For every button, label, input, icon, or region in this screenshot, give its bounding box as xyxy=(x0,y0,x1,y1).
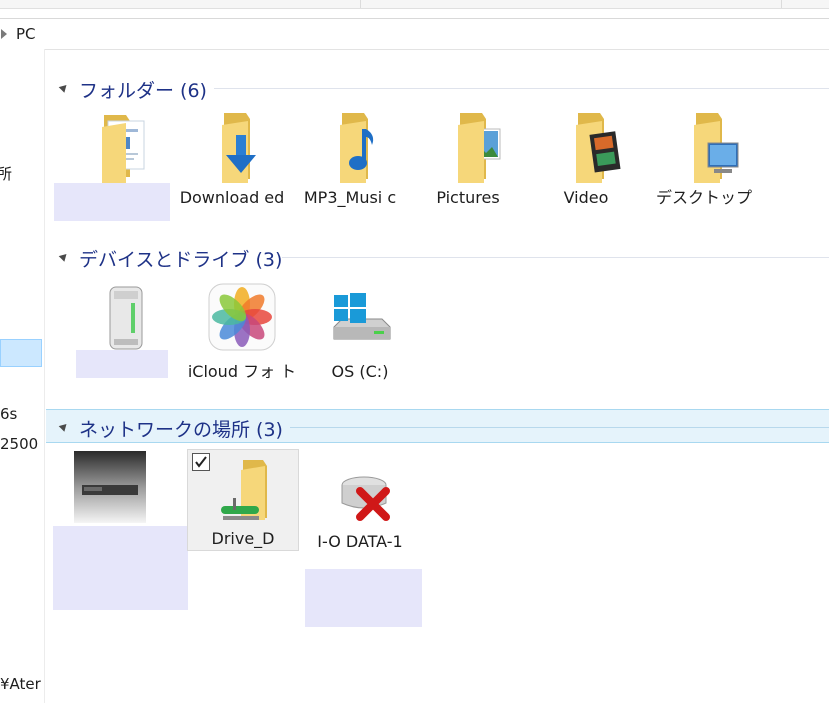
group-title: デバイスとドライブ (3) xyxy=(79,249,283,271)
item-label: デスクトップ xyxy=(655,188,752,207)
media-server-icon xyxy=(68,451,148,531)
redaction-box xyxy=(76,350,168,378)
redaction-box xyxy=(53,526,188,610)
item-label: MP3_Musi c xyxy=(303,188,397,207)
device-item-icloud-photos[interactable]: iCloud フォ ト xyxy=(186,281,298,383)
item-label: I-O DATA-1 xyxy=(317,532,403,551)
collapse-triangle-icon[interactable] xyxy=(58,251,70,262)
redaction-box xyxy=(54,183,170,221)
group-divider xyxy=(290,427,829,428)
folder-item-video[interactable]: Video xyxy=(530,107,642,209)
network-item-io-data[interactable]: I-O DATA-1 xyxy=(304,451,416,553)
folder-item-documents[interactable] xyxy=(52,107,164,187)
nav-item-fragment[interactable]: 6s xyxy=(0,405,17,423)
group-header-folders[interactable]: フォルダー (6) xyxy=(46,71,829,105)
column-divider[interactable] xyxy=(360,0,361,8)
group-divider xyxy=(282,257,829,258)
group-title: ネットワークの場所 (3) xyxy=(79,419,283,441)
navigation-pane: 所 6s 2500 ¥Ater xyxy=(0,49,45,703)
icloud-photos-icon xyxy=(202,281,282,361)
column-divider[interactable] xyxy=(781,0,782,8)
device-item-os-drive[interactable]: OS (C:) xyxy=(304,281,416,383)
nav-item-fragment[interactable]: ¥Ater xyxy=(0,675,41,693)
pictures-folder-icon xyxy=(428,107,508,187)
documents-folder-icon xyxy=(68,107,148,187)
breadcrumb-arrow-icon[interactable] xyxy=(1,29,7,39)
item-label: Download ed xyxy=(179,188,285,207)
group-divider xyxy=(214,88,829,89)
folder-item-desktop[interactable]: デスクトップ xyxy=(648,107,760,209)
nav-item-selected[interactable] xyxy=(0,339,42,367)
video-folder-icon xyxy=(546,107,626,187)
item-label: Video xyxy=(563,188,609,207)
item-label: OS (C:) xyxy=(331,362,389,381)
group-header-devices[interactable]: デバイスとドライブ (3) xyxy=(46,240,829,274)
iphone-device-icon xyxy=(84,281,164,361)
downloads-folder-icon xyxy=(192,107,272,187)
disconnected-drive-icon xyxy=(320,451,400,531)
checkmark-icon xyxy=(195,456,207,468)
redaction-box xyxy=(305,569,422,627)
network-item-media-server[interactable] xyxy=(52,451,164,531)
breadcrumb-pc[interactable]: PC xyxy=(16,25,36,43)
folder-item-music[interactable]: MP3_Musi c xyxy=(294,107,406,209)
file-view: フォルダー (6) Download ed MP3_Musi c Picture… xyxy=(46,49,829,703)
nav-item-fragment[interactable]: 所 xyxy=(0,163,12,184)
group-header-network[interactable]: ネットワークの場所 (3) xyxy=(46,409,829,443)
collapse-triangle-icon[interactable] xyxy=(58,421,70,432)
column-header-strip xyxy=(0,0,829,9)
folder-item-pictures[interactable]: Pictures xyxy=(412,107,524,209)
folder-item-downloads[interactable]: Download ed xyxy=(176,107,288,209)
desktop-folder-icon xyxy=(664,107,744,187)
group-title: フォルダー (6) xyxy=(79,80,207,102)
music-folder-icon xyxy=(310,107,390,187)
item-label: iCloud フォ ト xyxy=(187,362,297,381)
address-bar[interactable]: PC xyxy=(0,18,829,50)
item-checkbox[interactable] xyxy=(192,453,210,471)
item-label: Pictures xyxy=(436,188,500,207)
collapse-triangle-icon[interactable] xyxy=(58,82,70,93)
windows-drive-icon xyxy=(320,281,400,361)
nav-item-fragment[interactable]: 2500 xyxy=(0,435,38,453)
network-folder-icon xyxy=(203,452,283,532)
